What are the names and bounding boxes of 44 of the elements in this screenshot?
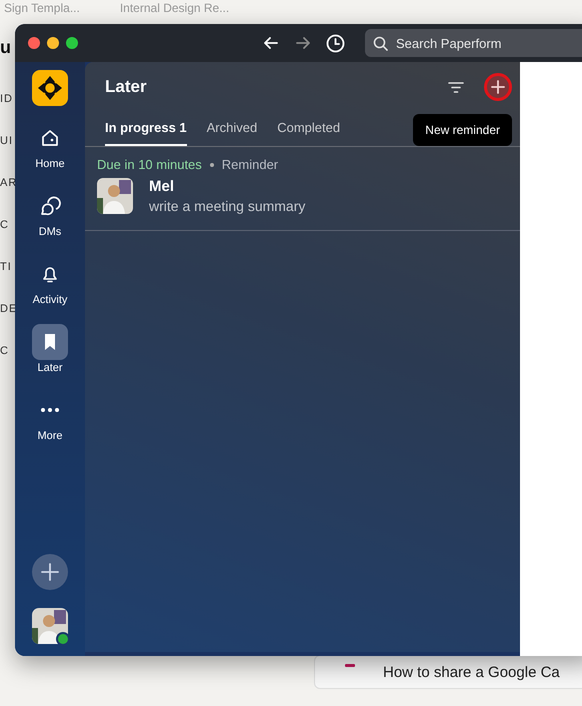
sender-name: Mel (149, 178, 176, 195)
zoom-button[interactable] (66, 37, 78, 49)
plus-icon (491, 80, 505, 94)
sidebar-item[interactable]: More (32, 392, 68, 448)
tab[interactable]: In progress 1 (105, 112, 187, 146)
new-reminder-button[interactable] (484, 73, 512, 101)
back-arrow-icon[interactable] (262, 34, 280, 52)
reminder-text: write a meeting summary (149, 198, 306, 214)
sidebar-item[interactable]: Home (32, 120, 68, 176)
document-text: C (0, 344, 10, 359)
sidebar-item[interactable]: Activity (32, 256, 68, 312)
bell-icon (40, 264, 60, 284)
reminder-type: Reminder (222, 157, 278, 172)
separator-dot (210, 162, 214, 166)
more-icon (40, 407, 60, 413)
logo-icon (37, 75, 63, 101)
tab[interactable]: Archived (206, 112, 258, 146)
add-button[interactable] (32, 554, 68, 590)
plus-icon (41, 563, 59, 581)
close-button[interactable] (28, 37, 40, 49)
bookmark-icon (43, 333, 57, 351)
history-icon[interactable] (326, 34, 345, 52)
document-text: AR (0, 176, 14, 191)
workspace-logo[interactable] (32, 70, 68, 106)
sidebar-item[interactable]: DMs (32, 188, 68, 244)
filter-icon[interactable] (448, 80, 464, 94)
due-time: Due in 10 minutes (97, 157, 202, 172)
forward-arrow-icon[interactable] (294, 34, 312, 52)
document-text: UI (0, 134, 14, 149)
document-text: TI (0, 260, 13, 275)
minimize-button[interactable] (47, 37, 59, 49)
chat-bubbles-icon (39, 196, 61, 216)
tab[interactable]: Completed (277, 112, 340, 146)
document-text: u (0, 38, 13, 56)
reminder-item[interactable]: Due in 10 minutes Reminder Mel write a meeting summary (85, 147, 520, 231)
home-icon (40, 128, 60, 148)
page-title: Later (105, 77, 148, 97)
document-text: C (0, 218, 10, 233)
search-field[interactable]: Search Paperform (365, 29, 582, 57)
minus-icon (345, 664, 355, 668)
document-text: DE (0, 302, 14, 317)
document-text: ID (0, 92, 14, 107)
tooltip: New reminder (413, 114, 512, 146)
list-item[interactable]: How to share a Google Ca (314, 655, 582, 689)
